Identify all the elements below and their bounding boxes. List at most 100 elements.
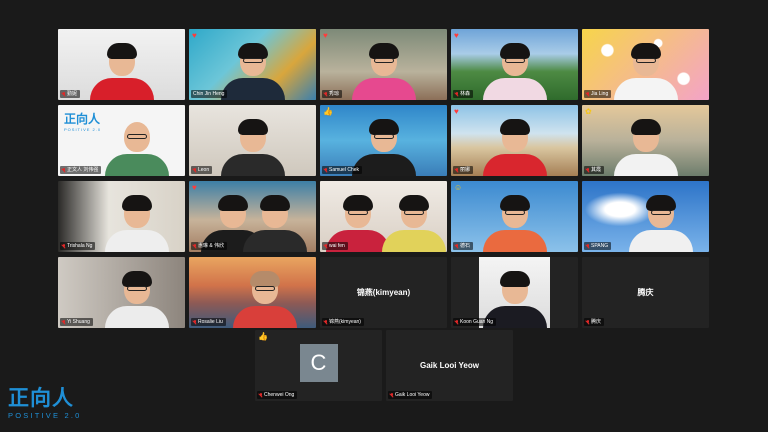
participant-nameplate: 锦燕(kimyean) (322, 318, 364, 326)
participant-nameplate: Koon Guan Ng (453, 318, 497, 326)
brand-logo-main: 正向人 (8, 387, 74, 410)
participant-tile[interactable]: Rosalie Liu (189, 257, 316, 328)
participant-video (230, 270, 300, 328)
mic-muted-icon (62, 319, 65, 325)
mic-muted-icon (455, 91, 458, 97)
participant-name: 林森 (460, 91, 471, 97)
participant-video (102, 118, 172, 176)
participant-video (87, 42, 157, 100)
participant-name: Trishala Ng (67, 243, 93, 249)
participant-name: 惠琳 & 伟欣 (198, 243, 225, 249)
participant-tile[interactable]: ♥ 惠琳 & 伟欣 (189, 181, 316, 252)
participant-tile-video-off[interactable]: 腾庆 腾庆 (582, 257, 709, 328)
tile-logo-subtext: POSITIVE 2.0 (64, 127, 102, 132)
participant-tile[interactable]: ☺ 德石 (451, 181, 578, 252)
participant-nameplate: 惠琳 & 伟欣 (191, 242, 228, 250)
participant-tile[interactable]: ♥ 丽娜 (451, 105, 578, 176)
participant-video (611, 42, 681, 100)
participant-tile[interactable]: Koon Guan Ng (451, 257, 578, 328)
participant-name: 勤妮 (67, 91, 78, 97)
participant-nameplate: SPANG (584, 242, 612, 250)
mic-muted-icon (586, 243, 589, 249)
heart-icon: ♥ (192, 183, 197, 192)
participant-nameplate: 林森 (453, 90, 474, 98)
gallery-grid: 勤妮 ♥ Chin Jin Heng ♥ 秀琼 ♥ 林森 Jia Ling 正向… (58, 29, 712, 329)
participant-tile[interactable]: SPANG (582, 181, 709, 252)
brand-logo: 正向人 POSITIVE 2.0 (8, 388, 88, 428)
participant-tile-video-off[interactable]: Gaik Looi Yeow Gaik Looi Yeow (386, 330, 513, 401)
participant-video (611, 118, 681, 176)
participant-tile[interactable]: ♥ 林森 (451, 29, 578, 100)
participant-tile[interactable]: 正向人 POSITIVE 2.0 正文人 刘伟强 (58, 105, 185, 176)
participant-video (480, 42, 550, 100)
participant-video (349, 42, 419, 100)
mic-muted-icon (455, 319, 458, 325)
mic-muted-icon (390, 392, 393, 398)
mic-muted-icon (455, 167, 458, 173)
participant-name: Koon Guan Ng (460, 319, 494, 325)
mic-muted-icon (324, 91, 327, 97)
flower-icon: ✿ (585, 107, 592, 116)
smile-icon: ☺ (454, 183, 463, 192)
thumbs-up-icon: 👍 (258, 332, 268, 341)
participant-video (626, 194, 696, 252)
mic-muted-icon (586, 319, 589, 325)
heart-icon: ♥ (192, 31, 197, 40)
participant-name: Jia Ling (591, 91, 609, 97)
participant-name: 德石 (460, 243, 471, 249)
participant-nameplate: 正文人 刘伟强 (60, 166, 102, 174)
mic-muted-icon (62, 243, 65, 249)
tile-logo-text: 正向人 (64, 112, 101, 126)
mic-muted-icon (259, 392, 262, 398)
participant-video (218, 42, 288, 100)
participant-nameplate: Trishala Ng (60, 242, 96, 250)
participant-tile[interactable]: 👍 Samuel Chek (320, 105, 447, 176)
mic-muted-icon (455, 243, 458, 249)
participant-name: 腾庆 (591, 319, 602, 325)
avatar: C (299, 343, 338, 382)
participant-nameplate: Chin Jin Heng (191, 90, 228, 98)
participant-video (102, 270, 172, 328)
heart-icon: ♥ (323, 31, 328, 40)
participant-name: 正文人 刘伟强 (67, 167, 99, 173)
participant-nameplate: 勤妮 (60, 90, 81, 98)
participant-tile[interactable]: 勤妮 (58, 29, 185, 100)
mic-muted-icon (586, 167, 589, 173)
participant-name: Samuel Chek (329, 167, 360, 173)
participant-nameplate: Rosalie Liu (191, 318, 226, 326)
participant-nameplate: wai fen (322, 242, 348, 250)
participant-tile-video-off[interactable]: C 👍 Chenwei Ong (255, 330, 382, 401)
heart-icon: ♥ (454, 107, 459, 116)
participant-tile[interactable]: Yi Shuang (58, 257, 185, 328)
mic-muted-icon (324, 319, 327, 325)
participant-tile-active-speaker[interactable]: ♥ Chin Jin Heng (189, 29, 316, 100)
mic-muted-icon (193, 167, 196, 173)
participant-nameplate: 丽娜 (453, 166, 474, 174)
participant-name: 锦燕(kimyean) (329, 319, 361, 325)
participant-nameplate: Chenwei Ong (257, 391, 298, 399)
participant-nameplate: 腾庆 (584, 318, 605, 326)
participant-tile[interactable]: Leon (189, 105, 316, 176)
mic-muted-icon (62, 167, 65, 173)
mic-muted-icon (586, 91, 589, 97)
participant-name: 秀琼 (329, 91, 340, 97)
brand-logo-sub: POSITIVE 2.0 (8, 411, 82, 420)
participant-tile[interactable]: ✿ 其霞 (582, 105, 709, 176)
participant-tile-video-off[interactable]: 锦燕(kimyean) 锦燕(kimyean) (320, 257, 447, 328)
participant-tile[interactable]: wai fen (320, 181, 447, 252)
participant-name: Chin Jin Heng (193, 91, 225, 97)
participant-nameplate: Jia Ling (584, 90, 612, 98)
participant-tile[interactable]: Trishala Ng (58, 181, 185, 252)
heart-icon: ♥ (454, 31, 459, 40)
mic-muted-icon (324, 167, 327, 173)
participant-nameplate: Gaik Looi Yeow (388, 391, 433, 399)
participant-name: wai fen (329, 243, 345, 249)
participant-video (379, 194, 447, 252)
mic-muted-icon (324, 243, 327, 249)
participant-video (240, 194, 310, 252)
participant-tile[interactable]: ♥ 秀琼 (320, 29, 447, 100)
participant-tile[interactable]: Jia Ling (582, 29, 709, 100)
mic-muted-icon (62, 91, 65, 97)
participant-nameplate: 秀琼 (322, 90, 343, 98)
mic-muted-icon (193, 319, 196, 325)
